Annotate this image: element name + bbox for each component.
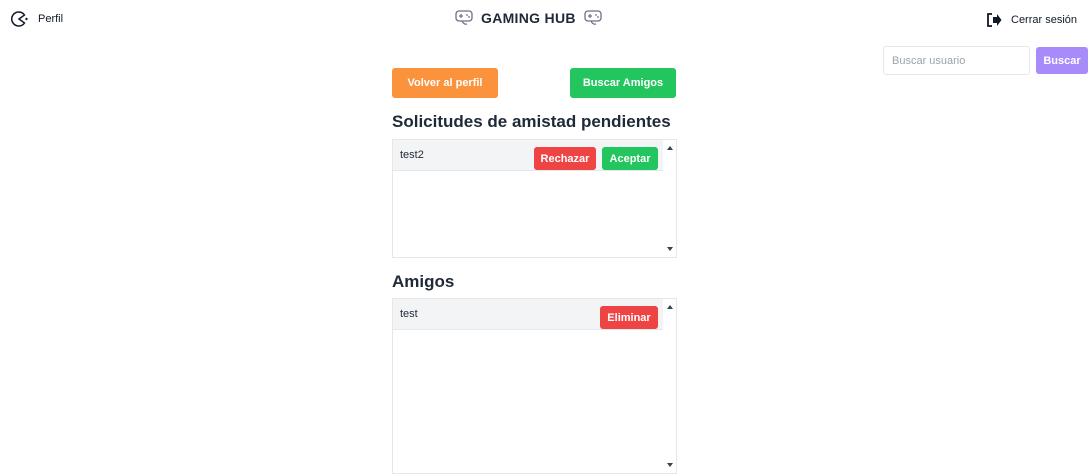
- friends-heading: Amigos: [392, 272, 455, 291]
- brand-title: GAMING HUB: [481, 10, 576, 26]
- sign-out-icon: [987, 13, 1002, 27]
- logout-link[interactable]: Cerrar sesión: [986, 13, 1077, 27]
- pending-requests-list[interactable]: test2 Rechazar Aceptar: [392, 139, 677, 258]
- back-to-profile-button[interactable]: Volver al perfil: [392, 68, 498, 98]
- find-friends-button[interactable]: Buscar Amigos: [570, 68, 676, 98]
- scroll-up-arrow-icon[interactable]: [667, 146, 673, 150]
- pacman-ghost-icon: [11, 11, 28, 27]
- logout-label: Cerrar sesión: [1011, 14, 1078, 26]
- search-button[interactable]: Buscar: [1036, 47, 1088, 74]
- profile-label: Perfil: [38, 13, 64, 25]
- list-item: test Eliminar: [393, 299, 663, 330]
- list-item: test2 Rechazar Aceptar: [393, 140, 663, 171]
- accept-button[interactable]: Aceptar: [602, 147, 658, 170]
- reject-button[interactable]: Rechazar: [534, 147, 596, 170]
- scroll-down-arrow-icon[interactable]: [667, 247, 673, 251]
- brand: GAMING HUB: [455, 9, 602, 27]
- scroll-down-arrow-icon[interactable]: [667, 463, 673, 467]
- gamepad-icon: [584, 10, 602, 25]
- search-user-input[interactable]: [883, 46, 1030, 75]
- scroll-up-arrow-icon[interactable]: [667, 305, 673, 309]
- pending-requests-heading: Solicitudes de amistad pendientes: [392, 112, 671, 131]
- gamepad-icon: [455, 10, 473, 25]
- profile-link[interactable]: Perfil: [11, 11, 63, 27]
- friend-username: test: [400, 308, 418, 320]
- friends-list[interactable]: test Eliminar: [392, 298, 677, 474]
- request-username: test2: [400, 149, 424, 161]
- delete-friend-button[interactable]: Eliminar: [600, 306, 658, 329]
